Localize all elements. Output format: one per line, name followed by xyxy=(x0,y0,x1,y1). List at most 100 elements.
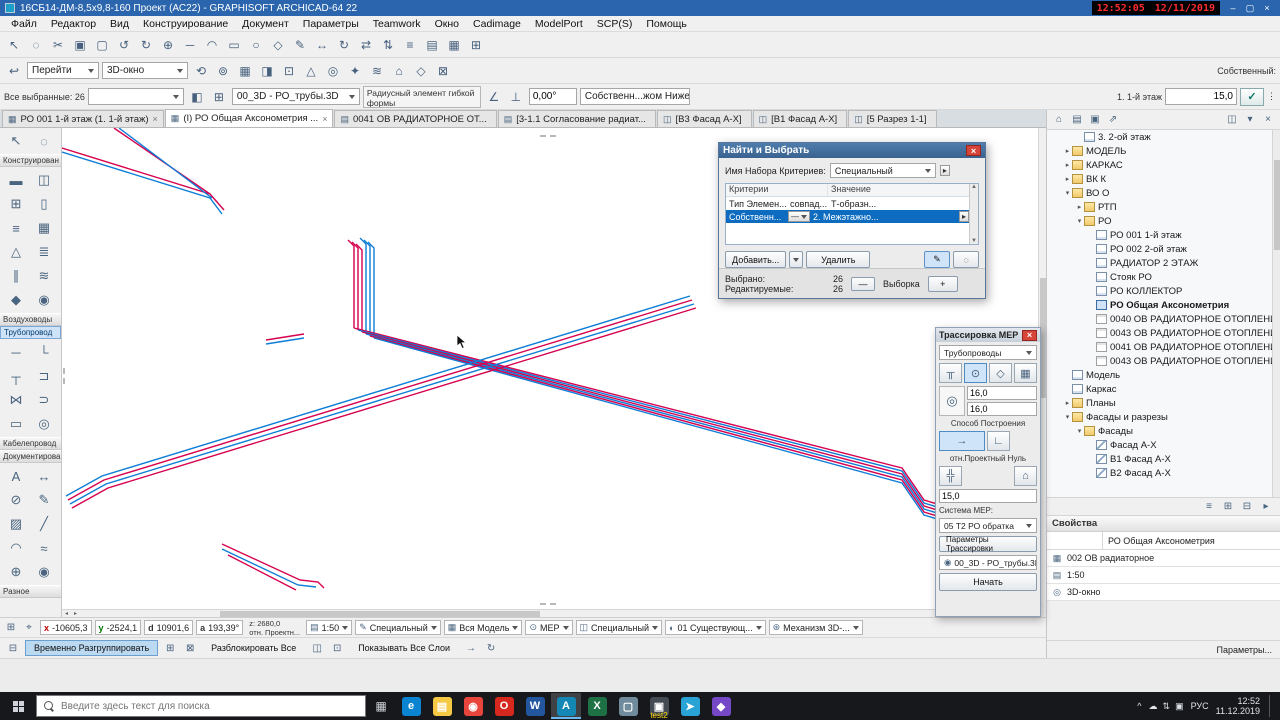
nav-settings-icon[interactable]: ≡ xyxy=(1201,499,1217,515)
search-input[interactable] xyxy=(61,700,358,712)
view-tab[interactable]: ▦ (I) РО Общая Аксонометрия ... × xyxy=(164,109,334,127)
view-id-input[interactable] xyxy=(1047,532,1103,549)
view-tab[interactable]: ▦ РО 001 1-й этаж (1. 1-й этаж) × xyxy=(2,110,164,127)
object-snap-icon[interactable]: ◇ xyxy=(411,61,431,81)
tab-close-icon[interactable]: × xyxy=(153,114,158,124)
pipe-transition-tool-icon[interactable]: ⊐ xyxy=(30,364,58,388)
zoom-icon[interactable]: ⊚ xyxy=(213,61,233,81)
stair-tool-icon[interactable]: ≣ xyxy=(30,240,58,264)
construction-alt-button[interactable]: ∟ xyxy=(987,431,1010,451)
group-icon[interactable]: ⊞ xyxy=(162,640,178,656)
column-tool-icon[interactable]: ▯ xyxy=(30,192,58,216)
publisher-icon[interactable]: ⇗ xyxy=(1105,112,1121,128)
tree-item[interactable]: 3. 2-ой этаж xyxy=(1047,130,1280,144)
property-row[interactable]: ▦ 002 ОВ радиаторное xyxy=(1047,550,1280,567)
arc-tool-icon[interactable]: ◠ xyxy=(2,536,30,560)
marquee-icon[interactable]: ◌ xyxy=(26,35,46,55)
criteria-row[interactable]: Тип Элемен... совпад... Т-образн... xyxy=(726,197,969,210)
expander-icon[interactable]: ▾ xyxy=(1075,427,1084,435)
pipe-tool-icon[interactable]: ─ xyxy=(2,340,30,364)
deselect-button[interactable]: — xyxy=(851,276,875,291)
coordinate-field[interactable]: y -2524,1 xyxy=(94,620,142,635)
property-row[interactable]: ◎ 3D-окно xyxy=(1047,584,1280,601)
paste-icon[interactable]: ▢ xyxy=(92,35,112,55)
tree-item[interactable]: ▾ Фасады xyxy=(1047,424,1280,438)
show-all-layers-button[interactable]: Показывать Все Слои xyxy=(349,640,459,656)
tab-close-icon[interactable]: × xyxy=(322,114,327,124)
tray-chevron-icon[interactable]: ^ xyxy=(1137,701,1141,711)
pipe-tee-tool-icon[interactable]: ┬ xyxy=(2,364,30,388)
dimension-standard-combo[interactable]: ⊙ MEP xyxy=(525,620,573,635)
marquee-select-button[interactable]: ◌ xyxy=(953,251,979,268)
visibility-icon[interactable]: ⊡ xyxy=(329,640,345,656)
slab-icon[interactable]: ▦ xyxy=(444,35,464,55)
home-storey-icon[interactable]: ⌂ xyxy=(1014,466,1037,486)
refresh-icon[interactable]: ↻ xyxy=(483,640,499,656)
start-routing-button[interactable]: Начать xyxy=(939,573,1037,591)
toolbox-section-misc[interactable]: Разное xyxy=(0,585,61,598)
text-tool-icon[interactable]: А xyxy=(2,464,30,488)
minimize-button[interactable]: – xyxy=(1225,2,1241,15)
look-to-icon[interactable]: ⊡ xyxy=(279,61,299,81)
hscroll-thumb[interactable] xyxy=(220,610,540,617)
view-tab[interactable]: ◫ [5 Разрез 1-1] xyxy=(848,110,937,127)
tree-item[interactable]: В1 Фасад А-Х xyxy=(1047,452,1280,466)
tree-item[interactable]: Стояк РО xyxy=(1047,270,1280,284)
toolbox-section-pipes[interactable]: Трубопровод xyxy=(0,326,61,339)
coordinate-field[interactable]: x -10605,3 xyxy=(40,620,92,635)
view-name-value[interactable]: РО Общая Аксонометрия xyxy=(1103,536,1280,546)
tree-item[interactable]: ▸ КАРКАС xyxy=(1047,158,1280,172)
grid-snap-icon[interactable]: ⊞ xyxy=(466,35,486,55)
suspend-groups-button[interactable]: Временно Разгруппировать xyxy=(25,640,159,656)
circle-icon[interactable]: ○ xyxy=(246,35,266,55)
lamp-tool-icon[interactable]: ◉ xyxy=(30,288,58,312)
suspend-groups-icon[interactable]: ⊟ xyxy=(5,640,21,656)
menu-item[interactable]: Вид xyxy=(103,18,136,30)
marquee-tool-icon[interactable]: ◌ xyxy=(30,129,58,153)
tracker-icon[interactable]: ⊞ xyxy=(3,620,19,636)
fill-tool-icon[interactable]: ▨ xyxy=(2,512,30,536)
criteria-row-selected[interactable]: Собственн... — 2. Межэтажно... ▸ xyxy=(726,210,969,223)
rotate-icon[interactable]: ↻ xyxy=(334,35,354,55)
mep-domain-combo[interactable]: Трубопроводы xyxy=(939,345,1037,360)
anchor-picker-icon[interactable]: ╬ xyxy=(939,466,962,486)
pipe-height-input[interactable] xyxy=(967,402,1037,416)
camera-tool-icon[interactable]: ◉ xyxy=(30,560,58,584)
window-tool-icon[interactable]: ⊞ xyxy=(2,192,30,216)
tree-item[interactable]: Фасад А-Х xyxy=(1047,438,1280,452)
toolbar-overflow-icon[interactable]: ⋮ xyxy=(1267,91,1276,102)
mesh-icon[interactable]: ≋ xyxy=(367,61,387,81)
perspective-icon[interactable]: △ xyxy=(301,61,321,81)
tree-item[interactable]: Каркас xyxy=(1047,382,1280,396)
menu-item[interactable]: ModelPort xyxy=(528,18,590,30)
maximize-button[interactable]: ▢ xyxy=(1242,2,1258,15)
expander-icon[interactable]: ▾ xyxy=(1063,413,1072,421)
properties-header[interactable]: Свойства xyxy=(1047,516,1280,532)
notification-center-button[interactable] xyxy=(1269,695,1274,717)
expander-icon[interactable]: ▸ xyxy=(1075,203,1084,211)
go-back-icon[interactable]: ↩ xyxy=(4,61,24,81)
palette-titlebar[interactable]: Трассировка MEP × xyxy=(936,328,1040,342)
toolbox-section-cableways[interactable]: Кабелепровод xyxy=(0,437,61,450)
grid-icon[interactable]: ⊞ xyxy=(209,87,229,107)
slab-tool-icon[interactable]: ▦ xyxy=(30,216,58,240)
rect-icon[interactable]: ▭ xyxy=(224,35,244,55)
line-icon[interactable]: ─ xyxy=(180,35,200,55)
archicad[interactable]: A xyxy=(551,693,581,719)
taskbar-clock[interactable]: 12:52 11.12.2019 xyxy=(1216,696,1260,716)
object-tool-icon[interactable]: ◆ xyxy=(2,288,30,312)
undo-icon[interactable]: ↺ xyxy=(114,35,134,55)
shadow-icon[interactable]: ◎ xyxy=(323,61,343,81)
dialog-titlebar[interactable]: Найти и Выбрать × xyxy=(719,143,985,158)
goto-combo[interactable]: Перейти xyxy=(27,62,99,79)
criteria-set-combo[interactable]: Специальный xyxy=(829,163,936,178)
network-icon[interactable]: ▣ xyxy=(1175,701,1184,712)
store-app[interactable]: ◆ xyxy=(706,693,736,719)
nav-open-icon[interactable]: ▸ xyxy=(1258,499,1274,515)
copy-icon[interactable]: ▣ xyxy=(70,35,90,55)
pipe-bend-tool-icon[interactable]: └ xyxy=(30,340,58,364)
redo-icon[interactable]: ↻ xyxy=(136,35,156,55)
tree-scroll-thumb[interactable] xyxy=(1274,160,1280,250)
renovation-filter-combo[interactable]: ⊛ Механизм 3D-... xyxy=(768,620,863,635)
favorites-combo[interactable] xyxy=(87,88,184,105)
